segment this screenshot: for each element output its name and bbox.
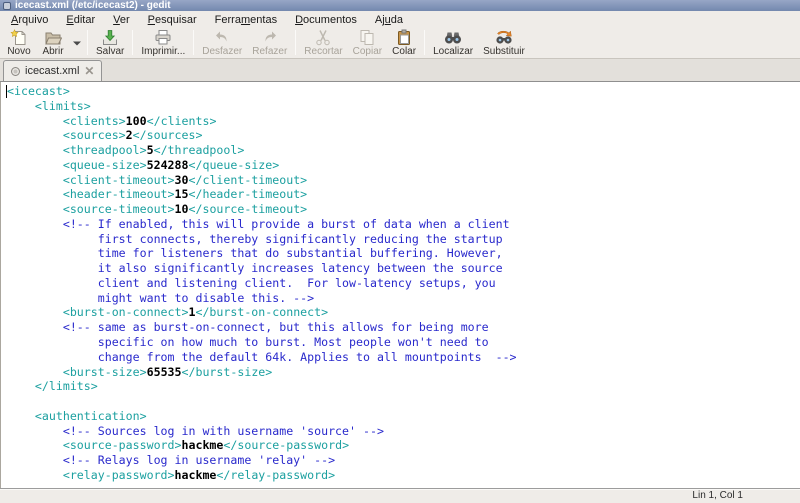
code-line: first connects, thereby significantly re… [7, 232, 800, 247]
code-line: <clients>100</clients> [7, 114, 800, 129]
code-line: might want to disable this. --> [7, 291, 800, 306]
gedit-icon [3, 2, 11, 10]
copy-icon [358, 29, 376, 46]
code-line: change from the default 64k. Applies to … [7, 350, 800, 365]
code-line: <header-timeout>15</header-timeout> [7, 187, 800, 202]
code-line [7, 394, 800, 409]
code-line: <threadpool>5</threadpool> [7, 143, 800, 158]
code-line: <!-- same as burst-on-connect, but this … [7, 320, 800, 335]
cut-icon [314, 29, 332, 46]
copy-label: Copiar [353, 46, 382, 57]
undo-label: Desfazer [202, 46, 242, 57]
tab-label: icecast.xml [25, 65, 79, 77]
close-icon[interactable]: ✕ [84, 66, 94, 76]
toolbar-group-search: Localizar Substituir [428, 29, 530, 57]
open-label: Abrir [42, 46, 63, 57]
undo-icon [213, 29, 231, 46]
toolbar-group-clipboard: Recortar Copiar Colar [299, 29, 421, 57]
code-line: <!-- Relays log in username 'relay' --> [7, 453, 800, 468]
document-icon [11, 67, 20, 76]
code-line: <burst-on-connect>1</burst-on-connect> [7, 305, 800, 320]
code-line: <client-timeout>30</client-timeout> [7, 173, 800, 188]
menu-documentos[interactable]: Documentos [286, 13, 366, 27]
cut-button[interactable]: Recortar [299, 29, 347, 57]
code-line: <source-timeout>10</source-timeout> [7, 202, 800, 217]
open-dropdown-button[interactable] [70, 29, 84, 55]
toolbar: Novo Abrir Salvar [0, 28, 800, 59]
code-line: time for listeners that do substantial b… [7, 246, 800, 261]
undo-button[interactable]: Desfazer [197, 29, 247, 57]
menubar: ArquivoEditarVerPesquisarFerramentasDocu… [0, 11, 800, 28]
toolbar-separator [295, 30, 296, 55]
tab-bar: icecast.xml ✕ [0, 59, 800, 82]
code-line: <relay-password>hackme</relay-password> [7, 468, 800, 483]
code-line: it also significantly increases latency … [7, 261, 800, 276]
code-line: <burst-size>65535</burst-size> [7, 365, 800, 380]
toolbar-group-undo: Desfazer Refazer [197, 29, 292, 57]
menu-ver[interactable]: Ver [104, 13, 139, 27]
save-label: Salvar [96, 46, 124, 57]
menu-ferramentas[interactable]: Ferramentas [206, 13, 286, 27]
titlebar: icecast.xml (/etc/icecast2) - gedit [0, 0, 800, 11]
new-document-icon [10, 29, 28, 46]
paste-icon [395, 29, 413, 46]
code-line: <source-password>hackme</source-password… [7, 438, 800, 453]
code-line: <!-- Sources log in with username 'sourc… [7, 424, 800, 439]
code-line: <authentication> [7, 409, 800, 424]
chevron-down-icon [73, 33, 81, 51]
menu-ajuda[interactable]: Ajuda [366, 13, 412, 27]
code-line: <!-- If enabled, this will provide a bur… [7, 217, 800, 232]
code-line: </limits> [7, 379, 800, 394]
code-line: <sources>2</sources> [7, 128, 800, 143]
find-label: Localizar [433, 46, 473, 57]
toolbar-separator [132, 30, 133, 55]
toolbar-separator [424, 30, 425, 55]
replace-label: Substituir [483, 46, 525, 57]
cut-label: Recortar [304, 46, 342, 57]
print-icon [154, 29, 172, 46]
code-line: <limits> [7, 99, 800, 114]
menu-pesquisar[interactable]: Pesquisar [139, 13, 206, 27]
new-label: Novo [7, 46, 30, 57]
print-label: Imprimir... [141, 46, 185, 57]
redo-label: Refazer [252, 46, 287, 57]
code-line: <icecast> [7, 84, 800, 99]
window-title: icecast.xml (/etc/icecast2) - gedit [15, 1, 171, 11]
redo-icon [261, 29, 279, 46]
replace-button[interactable]: Substituir [478, 29, 530, 57]
menu-editar[interactable]: Editar [57, 13, 104, 27]
statusbar: Lin 1, Col 1 [0, 488, 800, 503]
paste-button[interactable]: Colar [387, 29, 421, 57]
copy-button[interactable]: Copiar [348, 29, 387, 57]
save-button[interactable]: Salvar [91, 29, 129, 57]
code-line: client and listening client. For low-lat… [7, 276, 800, 291]
text-editor[interactable]: <icecast> <limits> <clients>100</clients… [0, 82, 800, 488]
open-folder-icon [44, 29, 62, 46]
toolbar-separator [87, 30, 88, 55]
paste-label: Colar [392, 46, 416, 57]
cursor-position: Lin 1, Col 1 [692, 491, 743, 501]
code-line: <queue-size>524288</queue-size> [7, 158, 800, 173]
text-cursor [6, 85, 7, 98]
code-line: specific on how much to burst. Most peop… [7, 335, 800, 350]
toolbar-separator [193, 30, 194, 55]
menu-arquivo[interactable]: Arquivo [2, 13, 57, 27]
open-button[interactable]: Abrir [36, 29, 70, 57]
code-content: <icecast> <limits> <clients>100</clients… [1, 82, 800, 483]
redo-button[interactable]: Refazer [247, 29, 292, 57]
print-button[interactable]: Imprimir... [136, 29, 190, 57]
find-icon [443, 29, 463, 46]
toolbar-group-file: Novo Abrir [2, 29, 84, 57]
find-button[interactable]: Localizar [428, 29, 478, 57]
gedit-window: icecast.xml (/etc/icecast2) - gedit Arqu… [0, 0, 800, 503]
tab-icecast-xml[interactable]: icecast.xml ✕ [3, 60, 102, 81]
replace-icon [494, 29, 514, 46]
save-icon [101, 29, 119, 46]
new-button[interactable]: Novo [2, 29, 36, 57]
